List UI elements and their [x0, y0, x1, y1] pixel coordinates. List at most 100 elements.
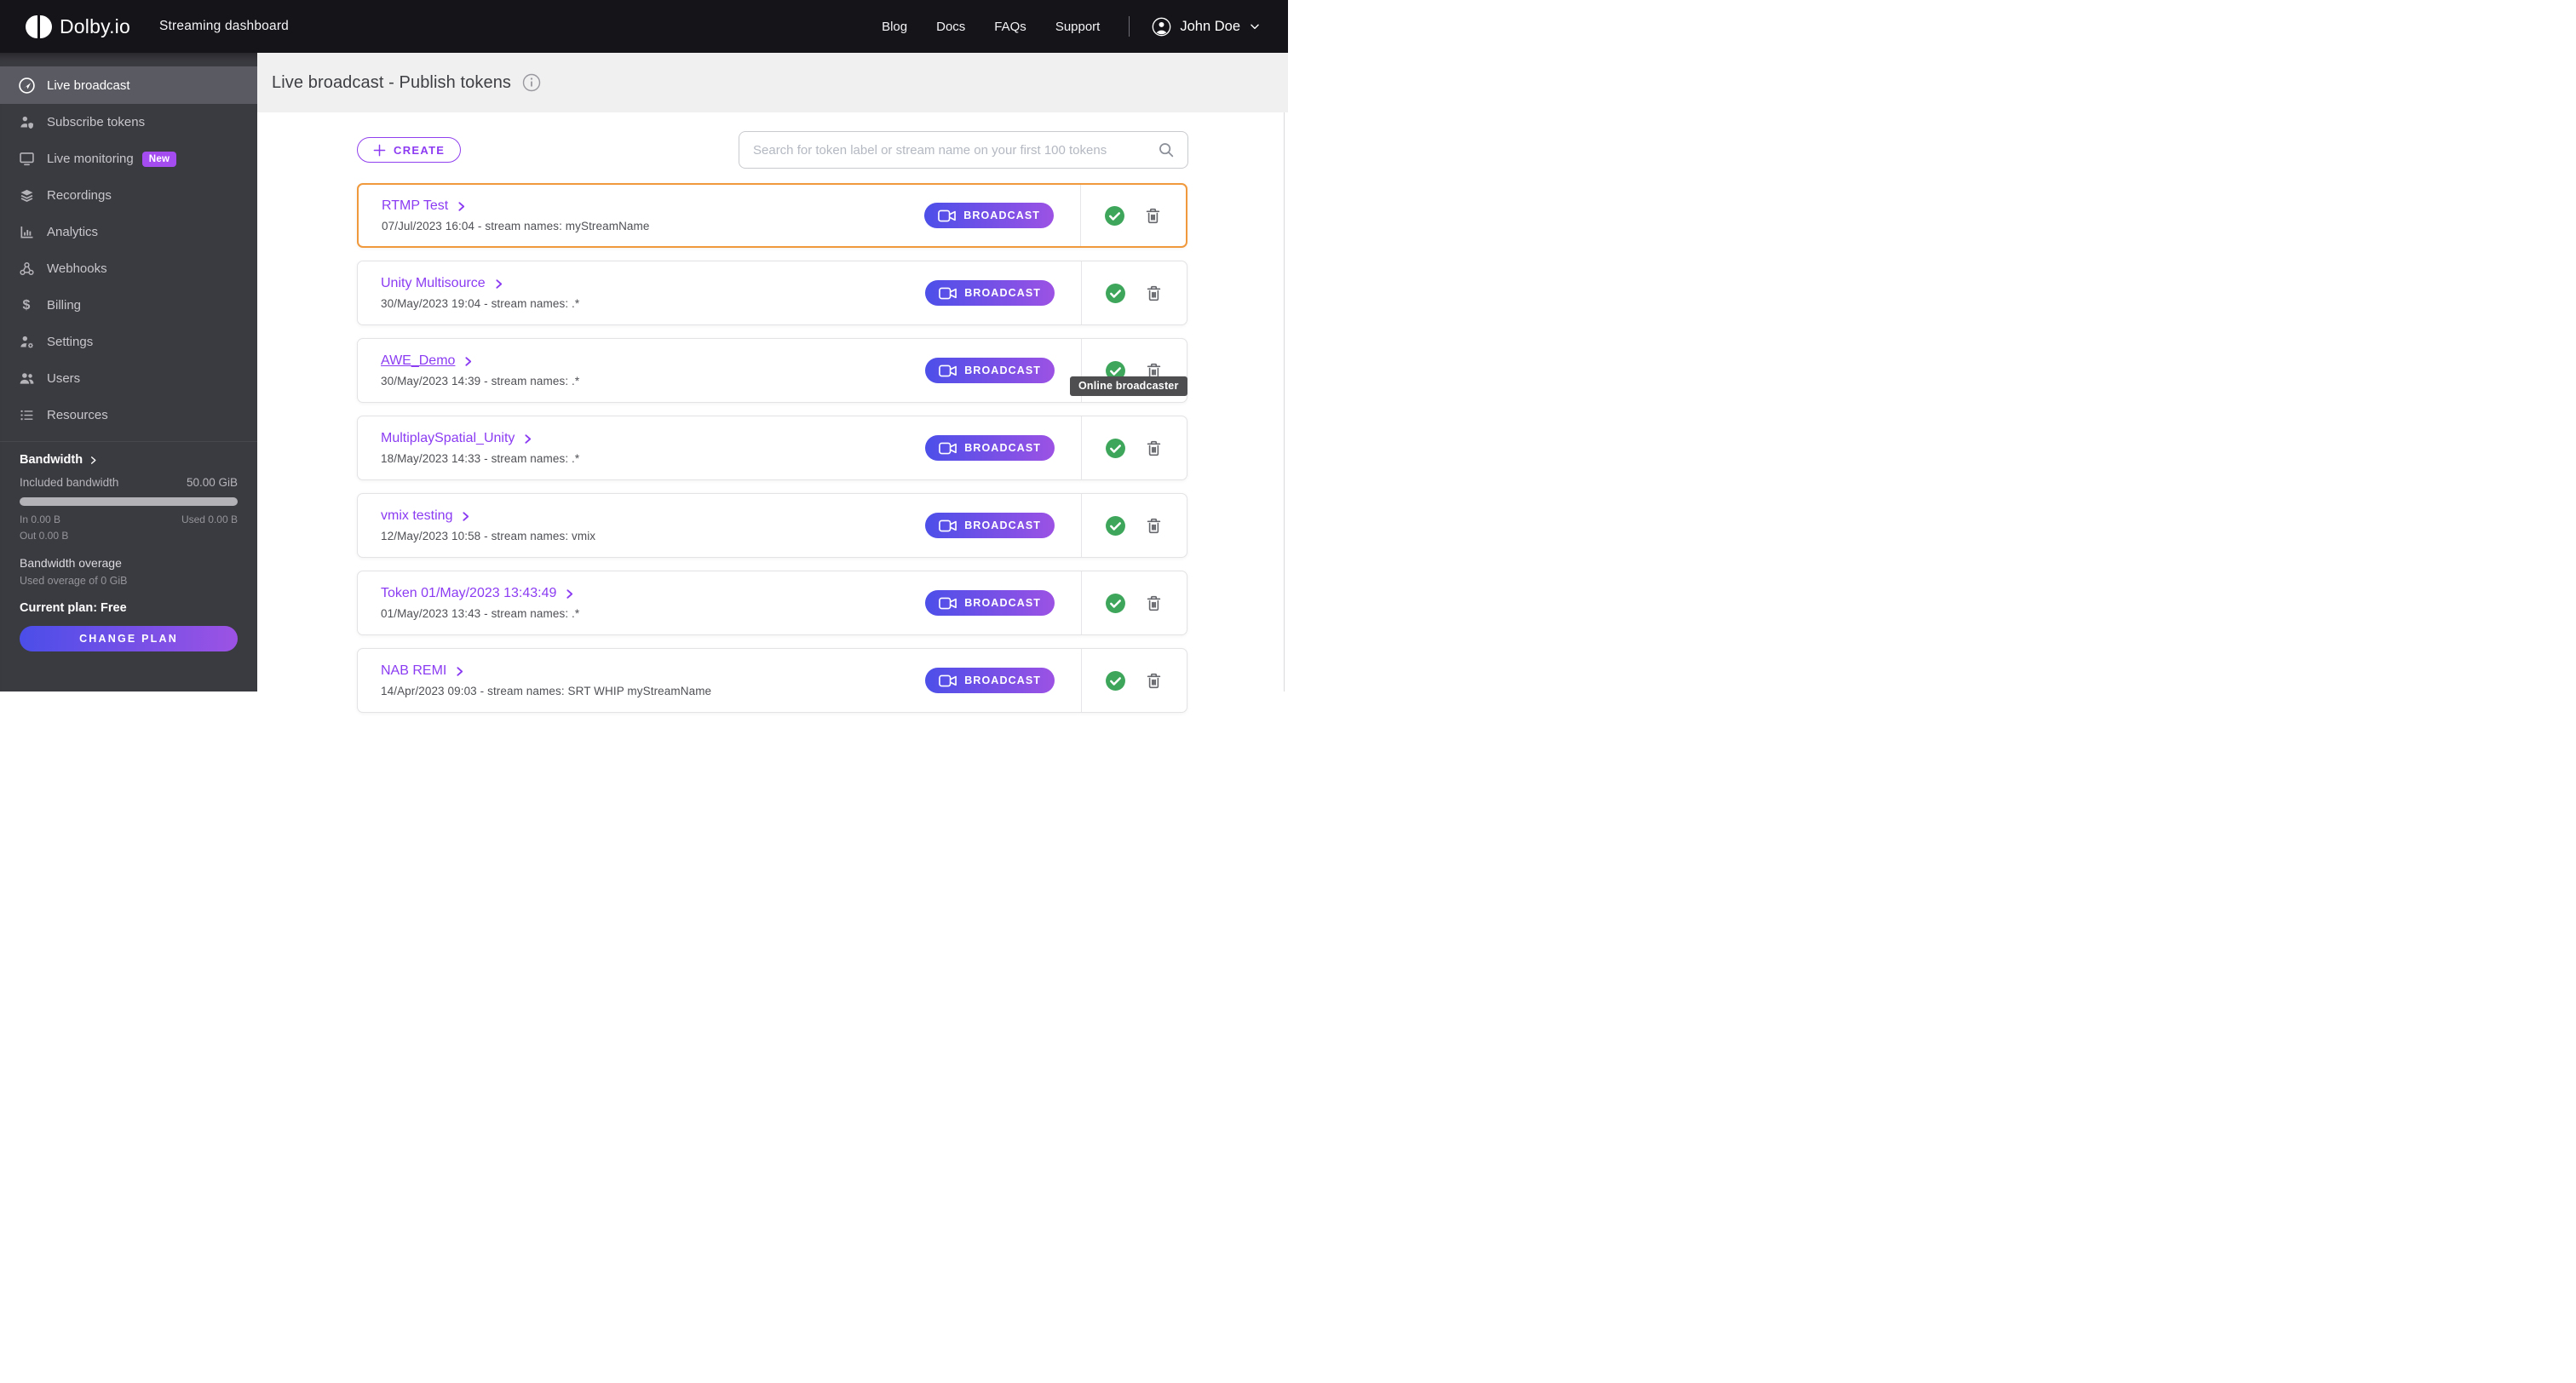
chevron-right-icon	[458, 201, 465, 211]
plus-icon	[373, 144, 386, 156]
subscribe-tokens-icon	[17, 113, 36, 132]
online-status-check-icon	[1105, 515, 1126, 537]
included-bandwidth-label: Included bandwidth	[20, 476, 119, 489]
sidebar-item-recordings[interactable]: Recordings	[0, 177, 257, 214]
broadcast-button[interactable]: BROADCAST	[925, 280, 1055, 306]
top-header: Dolby.io Streaming dashboard Blog Docs F…	[0, 0, 1288, 53]
broadcast-icon	[17, 76, 36, 95]
token-details: 30/May/2023 14:39 - stream names: .*	[381, 375, 580, 387]
chevron-right-icon	[525, 433, 532, 444]
bandwidth-out: Out 0.00 B	[20, 530, 69, 542]
token-info: Unity Multisource 30/May/2023 19:04 - st…	[358, 276, 925, 310]
bandwidth-panel: Bandwidth Included bandwidth 50.00 GiB I…	[0, 441, 257, 692]
search-icon[interactable]	[1157, 141, 1176, 159]
token-name-link[interactable]: NAB REMI	[381, 663, 465, 679]
token-row: NAB REMI 14/Apr/2023 09:03 - stream name…	[357, 648, 1187, 713]
broadcast-button[interactable]: BROADCAST	[925, 358, 1055, 383]
token-info: MultiplaySpatial_Unity 18/May/2023 14:33…	[358, 431, 925, 465]
online-status-check-icon	[1104, 205, 1125, 227]
app-title: Streaming dashboard	[159, 19, 290, 33]
main-content: Live broadcast - Publish tokens CREATE R…	[257, 53, 1288, 713]
bandwidth-title[interactable]: Bandwidth	[20, 453, 238, 467]
delete-token-button[interactable]	[1144, 284, 1164, 303]
video-camera-icon	[939, 674, 957, 686]
dolby-logo[interactable]: Dolby.io	[26, 14, 130, 38]
nav-faqs[interactable]: FAQs	[994, 20, 1026, 34]
sidebar-item-live-broadcast[interactable]: Live broadcast	[0, 66, 257, 104]
broadcast-button[interactable]: BROADCAST	[925, 435, 1055, 461]
bar-chart-icon	[17, 223, 36, 242]
token-info: RTMP Test 07/Jul/2023 16:04 - stream nam…	[359, 198, 924, 232]
change-plan-button[interactable]: CHANGE PLAN	[20, 626, 238, 651]
token-name-link[interactable]: RTMP Test	[382, 198, 467, 214]
user-menu[interactable]: John Doe	[1152, 17, 1261, 37]
sidebar: Live broadcast Subscribe tokens Live mon…	[0, 53, 257, 692]
info-icon[interactable]	[522, 73, 541, 92]
token-row-actions	[1080, 185, 1186, 246]
sidebar-menu: Live broadcast Subscribe tokens Live mon…	[0, 66, 257, 433]
sidebar-item-billing[interactable]: $ Billing	[0, 287, 257, 324]
nav-docs[interactable]: Docs	[936, 20, 965, 34]
avatar-icon	[1153, 17, 1171, 36]
video-camera-icon	[939, 597, 957, 609]
layers-icon	[17, 187, 36, 205]
online-status-check-icon	[1105, 283, 1126, 304]
sidebar-item-analytics[interactable]: Analytics	[0, 214, 257, 250]
sidebar-item-users[interactable]: Users	[0, 360, 257, 397]
token-name-link[interactable]: AWE_Demo	[381, 353, 474, 369]
broadcast-button[interactable]: BROADCAST	[924, 203, 1054, 228]
webhook-icon	[17, 260, 36, 278]
trash-icon	[1147, 595, 1161, 611]
dolby-double-d-icon	[26, 14, 37, 38]
sidebar-item-label: Analytics	[47, 225, 99, 239]
sidebar-item-label: Billing	[47, 298, 82, 313]
token-name-link[interactable]: vmix testing	[381, 508, 471, 524]
token-row: AWE_Demo 30/May/2023 14:39 - stream name…	[357, 338, 1187, 403]
token-row-actions	[1081, 571, 1187, 634]
header-divider	[1129, 16, 1130, 37]
chevron-right-icon	[91, 456, 96, 464]
chevron-right-icon	[496, 278, 502, 289]
delete-token-button[interactable]	[1143, 206, 1163, 226]
online-status-check-icon	[1105, 438, 1126, 459]
video-camera-icon	[939, 287, 957, 299]
token-info: AWE_Demo 30/May/2023 14:39 - stream name…	[358, 353, 925, 387]
video-camera-icon	[939, 442, 957, 454]
token-details: 01/May/2023 13:43 - stream names: .*	[381, 607, 580, 620]
token-list: RTMP Test 07/Jul/2023 16:04 - stream nam…	[357, 183, 1187, 726]
trash-icon	[1146, 208, 1160, 223]
delete-token-button[interactable]	[1144, 516, 1164, 536]
token-name-link[interactable]: MultiplaySpatial_Unity	[381, 431, 533, 446]
sidebar-item-label: Live broadcast	[47, 77, 130, 93]
page-title: Live broadcast - Publish tokens	[272, 72, 512, 92]
sidebar-item-label: Settings	[47, 335, 94, 349]
token-row-actions	[1081, 261, 1187, 324]
create-token-button[interactable]: CREATE	[357, 137, 462, 163]
token-row: vmix testing 12/May/2023 10:58 - stream …	[357, 493, 1187, 558]
token-row-actions	[1081, 416, 1187, 479]
token-row-actions	[1081, 649, 1187, 712]
scrollbar-track[interactable]	[1284, 112, 1288, 692]
broadcast-button[interactable]: BROADCAST	[925, 513, 1055, 538]
search-input[interactable]	[739, 142, 1157, 158]
delete-token-button[interactable]	[1144, 439, 1164, 458]
delete-token-button[interactable]	[1144, 671, 1164, 691]
sidebar-item-subscribe-tokens[interactable]: Subscribe tokens	[0, 104, 257, 141]
nav-blog[interactable]: Blog	[882, 20, 907, 34]
list-icon	[17, 406, 36, 425]
delete-token-button[interactable]	[1144, 594, 1164, 613]
trash-icon	[1147, 285, 1161, 301]
sidebar-item-resources[interactable]: Resources	[0, 397, 257, 433]
bandwidth-overage-title: Bandwidth overage	[20, 556, 122, 570]
token-name-link[interactable]: Unity Multisource	[381, 276, 504, 291]
users-icon	[17, 370, 36, 388]
broadcast-button[interactable]: BROADCAST	[925, 590, 1055, 616]
bandwidth-progress-bar	[20, 497, 238, 506]
broadcast-button[interactable]: BROADCAST	[925, 668, 1055, 693]
sidebar-item-settings[interactable]: Settings	[0, 324, 257, 360]
chevron-right-icon	[457, 666, 463, 676]
sidebar-item-webhooks[interactable]: Webhooks	[0, 250, 257, 287]
nav-support[interactable]: Support	[1055, 20, 1101, 34]
token-name-link[interactable]: Token 01/May/2023 13:43:49	[381, 586, 575, 601]
sidebar-item-live-monitoring[interactable]: Live monitoring New	[0, 141, 257, 177]
